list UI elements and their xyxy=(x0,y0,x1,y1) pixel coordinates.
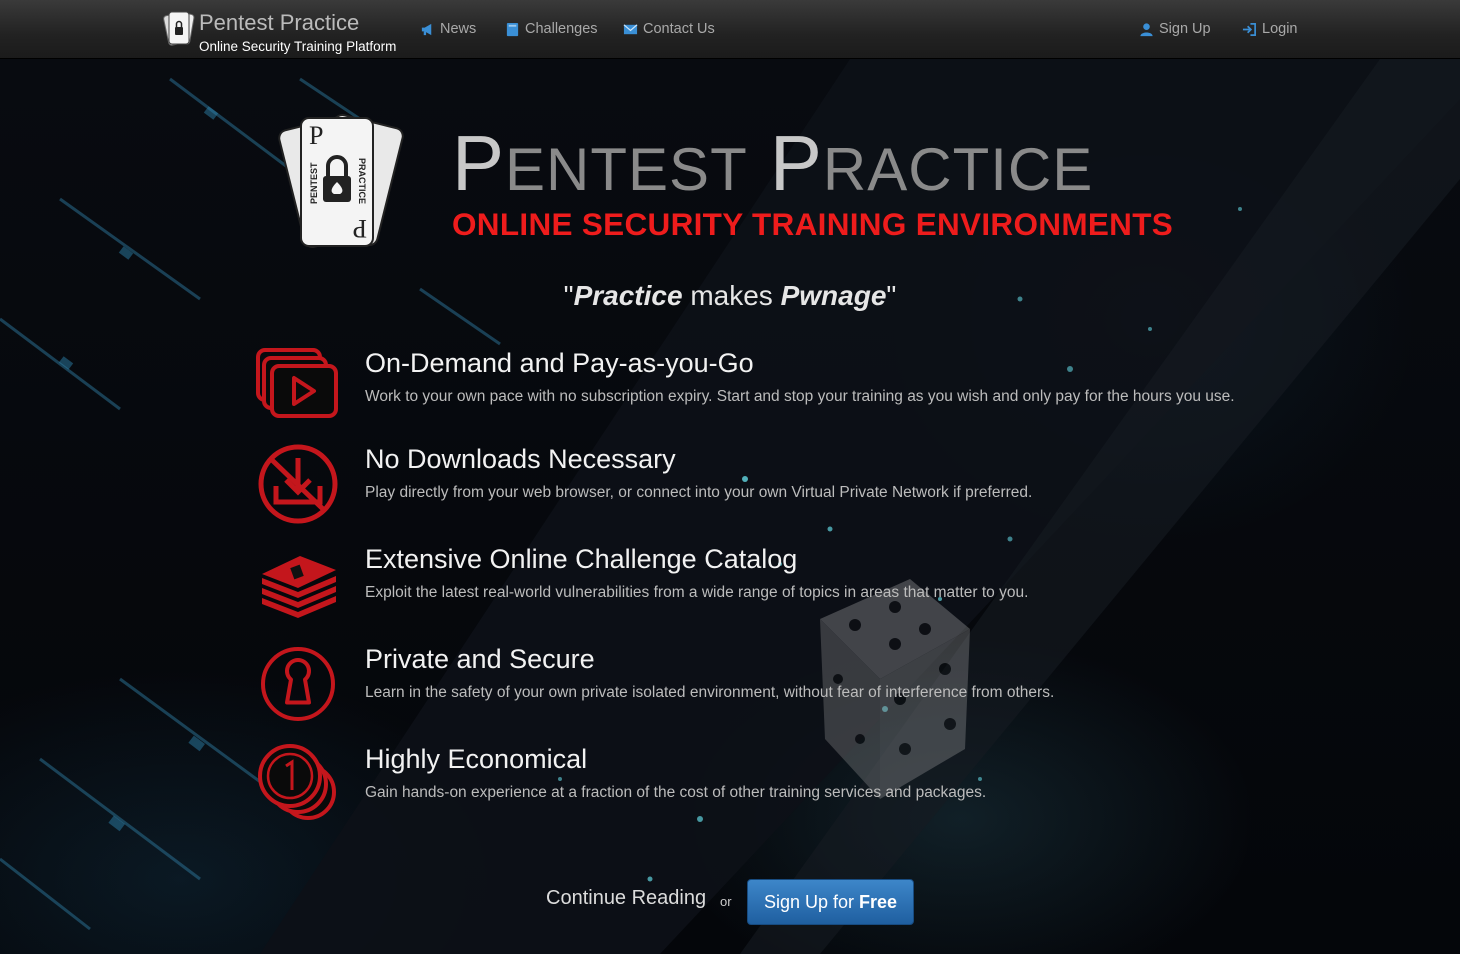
keyhole-icon xyxy=(261,647,335,721)
signup-btn-label: Sign Up for xyxy=(763,891,854,912)
feature-title: Extensive Online Challenge Catalog xyxy=(365,544,798,574)
nav-challenges-label: Challenges xyxy=(525,21,598,37)
hero-title-rest-2: RACTICE xyxy=(822,136,1094,203)
feature-desc: Exploit the latest real-world vulnerabil… xyxy=(365,584,1029,601)
tagline-quote-open: " xyxy=(563,280,574,311)
no-download-icon xyxy=(258,444,338,524)
logo-text-pentest: PENTEST xyxy=(309,162,319,204)
feature-private-secure: Private and Secure Learn in the safety o… xyxy=(256,640,1286,730)
feature-desc: Work to your own pace with no subscripti… xyxy=(365,388,1235,405)
pentest-practice-logo: P P PENTEST PRACTICE xyxy=(278,114,404,248)
feature-catalog: Extensive Online Challenge Catalog Explo… xyxy=(256,540,1286,630)
feature-economical: Highly Economical Gain hands-on experien… xyxy=(256,740,1286,830)
brand-subtitle: Online Security Training Platform xyxy=(199,39,397,54)
tagline-word-practice: Practice xyxy=(573,280,683,311)
megaphone-icon xyxy=(421,23,432,35)
book-stack-icon xyxy=(262,556,336,618)
hero-title-rest-1: ENTEST xyxy=(505,136,748,203)
signup-free-button[interactable]: Sign Up for Free xyxy=(747,879,914,925)
video-stack-icon xyxy=(256,348,338,418)
coins-icon xyxy=(258,744,336,820)
feature-desc: Learn in the safety of your own private … xyxy=(365,684,1055,701)
nav-contact-label: Contact Us xyxy=(643,21,715,37)
feature-title: On-Demand and Pay-as-you-Go xyxy=(365,348,754,378)
tagline-quote-close: " xyxy=(886,280,897,311)
tagline: "Practice makes Pwnage" xyxy=(0,280,1460,312)
nav-contact[interactable]: Contact Us xyxy=(623,19,715,39)
signup-btn-label-bold: Free xyxy=(859,891,898,912)
or-label: or xyxy=(720,894,732,909)
continue-reading-link[interactable]: Continue Reading xyxy=(546,887,706,910)
feature-title: Private and Secure xyxy=(365,644,595,674)
svg-text:P: P xyxy=(353,214,367,243)
brand-title: Pentest Practice xyxy=(199,10,360,35)
logo-text-practice: PRACTICE xyxy=(357,158,367,204)
feature-on-demand: On-Demand and Pay-as-you-Go Work to your… xyxy=(256,344,1286,434)
nav-signup-label: Sign Up xyxy=(1159,21,1211,37)
nav-challenges[interactable]: Challenges xyxy=(505,19,598,39)
nav-news[interactable]: News xyxy=(420,19,476,39)
hero-title-cap-2: P xyxy=(769,119,823,207)
tagline-makes: makes xyxy=(682,280,781,311)
feature-no-downloads: No Downloads Necessary Play directly fro… xyxy=(256,440,1286,530)
nav-login-label: Login xyxy=(1262,21,1298,37)
cards-logo-icon xyxy=(163,11,195,46)
brand-home-link[interactable]: Pentest Practice Online Security Trainin… xyxy=(163,7,423,57)
hero-title: PENTEST PRACTICE xyxy=(452,124,1093,203)
top-navbar: Pentest Practice Online Security Trainin… xyxy=(0,0,1460,59)
nav-news-label: News xyxy=(440,21,477,37)
feature-title: No Downloads Necessary xyxy=(365,444,676,474)
nav-signup[interactable]: Sign Up xyxy=(1139,19,1211,39)
feature-desc: Play directly from your web browser, or … xyxy=(365,484,1033,501)
hero-subtitle: ONLINE SECURITY TRAINING ENVIRONMENTS xyxy=(452,206,1174,242)
tagline-word-pwnage: Pwnage xyxy=(780,280,887,311)
book-icon xyxy=(506,22,519,36)
user-icon xyxy=(1140,22,1153,36)
feature-title: Highly Economical xyxy=(365,744,588,774)
feature-desc: Gain hands-on experience at a fraction o… xyxy=(365,784,987,801)
nav-login[interactable]: Login xyxy=(1242,19,1297,39)
envelope-icon xyxy=(623,23,638,34)
login-icon xyxy=(1242,22,1256,36)
svg-text:P: P xyxy=(309,121,323,150)
hero-title-cap-1: P xyxy=(452,119,506,207)
